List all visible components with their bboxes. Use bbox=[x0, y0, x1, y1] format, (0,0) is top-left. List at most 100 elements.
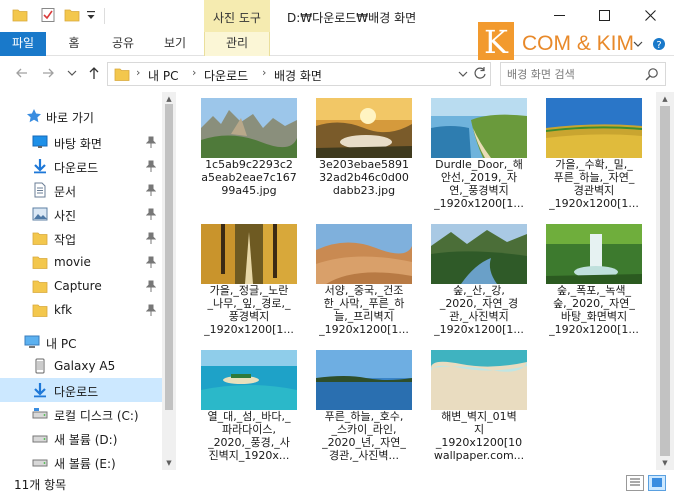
content-scrollbar[interactable]: ▲ ▼ bbox=[656, 92, 674, 470]
folder-icon bbox=[32, 304, 48, 317]
nav-item-galaxy[interactable]: Galaxy A5 bbox=[0, 354, 162, 378]
nav-item-pc-downloads[interactable]: 다운로드 bbox=[0, 378, 162, 402]
star-icon bbox=[27, 109, 41, 123]
pin-icon[interactable] bbox=[146, 136, 156, 148]
tab-view[interactable]: 보기 bbox=[152, 32, 198, 56]
file-name: 1c5ab9c2293c2 a5eab2eae7c167 99a45.jpg bbox=[201, 158, 297, 197]
pin-icon[interactable] bbox=[146, 280, 156, 292]
search-input[interactable] bbox=[507, 66, 637, 82]
breadcrumb-wallpaper[interactable]: 배경 화면 bbox=[274, 67, 322, 84]
up-button[interactable] bbox=[86, 65, 102, 81]
picture-tools-label: 사진 도구 bbox=[213, 11, 261, 25]
file-tile[interactable]: 숲,_산,_강, _2020,_자연_경 관,_사진벽지 _1920x1200[… bbox=[424, 218, 534, 338]
new-folder-icon[interactable] bbox=[64, 8, 80, 22]
file-tile[interactable]: Durdle_Door,_해 안선,_2019,_자 연,_풍경벽지 _1920… bbox=[424, 92, 534, 212]
pin-icon[interactable] bbox=[146, 256, 156, 268]
address-row: › 내 PC › 다운로드 › 배경 화면 bbox=[0, 58, 674, 90]
refresh-button[interactable] bbox=[472, 66, 488, 82]
download-icon bbox=[34, 383, 46, 398]
nav-item-drive-d[interactable]: 새 볼륨 (D:) bbox=[0, 426, 162, 450]
nav-item-documents[interactable]: 문서 bbox=[0, 178, 162, 202]
nav-item-pictures[interactable]: 사진 bbox=[0, 202, 162, 226]
scroll-down-icon[interactable]: ▼ bbox=[660, 458, 670, 468]
folder-icon bbox=[32, 280, 48, 293]
address-bar[interactable]: › 내 PC › 다운로드 › 배경 화면 bbox=[107, 62, 491, 86]
tab-home[interactable]: 홈 bbox=[54, 32, 94, 56]
pictures-icon bbox=[32, 207, 48, 221]
file-view: 1c5ab9c2293c2 a5eab2eae7c167 99a45.jpg 3… bbox=[176, 92, 656, 470]
thumbnail-coast bbox=[431, 98, 527, 158]
thumbnail-desert bbox=[316, 224, 412, 284]
file-tile[interactable]: 열_대,_섬,_바다,_ 파라다이스, _2020,_풍경,_사 진벽지_192… bbox=[194, 344, 304, 464]
nav-item-folder-movie[interactable]: movie bbox=[0, 250, 162, 274]
nav-item-desktop[interactable]: 바탕 화면 bbox=[0, 130, 162, 154]
nav-item-downloads[interactable]: 다운로드 bbox=[0, 154, 162, 178]
nav-this-pc[interactable]: 내 PC bbox=[0, 330, 162, 354]
file-name: 열_대,_섬,_바다,_ 파라다이스, _2020,_풍경,_사 진벽지_192… bbox=[207, 410, 291, 462]
pin-icon[interactable] bbox=[146, 208, 156, 220]
file-name: 가을,_수확,_밀,_ 푸른_하늘,_자연_ 경관벽지 _1920x1200[1… bbox=[549, 158, 639, 210]
large-icons-view-button[interactable] bbox=[648, 475, 666, 491]
file-tile[interactable]: 서양,_중국,_건조 한_사막,_푸른_하 늘,_프리벽지 _1920x1200… bbox=[309, 218, 419, 338]
pin-icon[interactable] bbox=[146, 232, 156, 244]
file-tile[interactable]: 3e203ebae5891 32ad2b46c0d00 dabb23.jpg bbox=[309, 92, 419, 212]
folder-icon bbox=[32, 232, 48, 245]
nav-label: 바탕 화면 bbox=[54, 137, 102, 151]
tab-manage[interactable]: 관리 bbox=[204, 32, 270, 56]
thumbnail-wheat bbox=[546, 98, 642, 158]
scroll-up-icon[interactable]: ▲ bbox=[164, 94, 174, 104]
thumbnail-sunset-valley bbox=[316, 98, 412, 158]
file-tile[interactable]: 푸른_하늘,_호수, _스카이_라인, _2020_년,_자연_ 경관,_사진벽… bbox=[309, 344, 419, 464]
nav-item-folder-work[interactable]: 작업 bbox=[0, 226, 162, 250]
qat-dropdown-icon[interactable] bbox=[86, 8, 96, 22]
pin-icon[interactable] bbox=[146, 160, 156, 172]
pin-icon[interactable] bbox=[146, 304, 156, 316]
svg-text:COM & KIM: COM & KIM bbox=[522, 32, 634, 55]
close-icon bbox=[645, 10, 656, 21]
nav-label: 로컬 디스크 (C:) bbox=[54, 409, 139, 423]
nav-label-this-pc: 내 PC bbox=[46, 337, 77, 351]
nav-scrollbar[interactable]: ▲ ▼ bbox=[162, 92, 176, 470]
properties-icon[interactable] bbox=[40, 8, 56, 22]
file-tile[interactable]: 해변_벽지_01벽 지 _1920x1200[10 wallpaper.com.… bbox=[424, 344, 534, 464]
breadcrumb-this-pc[interactable]: 내 PC bbox=[148, 67, 178, 84]
search-icon bbox=[645, 68, 658, 81]
file-tile[interactable]: 숲,_폭포,_녹색_ 숲,_2020,_자연_ 바탕_화면벽지 _1920x12… bbox=[539, 218, 649, 338]
address-dropdown-icon[interactable] bbox=[458, 68, 468, 80]
file-name: 해변_벽지_01벽 지 _1920x1200[10 wallpaper.com.… bbox=[433, 410, 525, 462]
file-name: Durdle_Door,_해 안선,_2019,_자 연,_풍경벽지 _1920… bbox=[434, 158, 524, 210]
file-tile[interactable]: 가을,_수확,_밀,_ 푸른_하늘,_자연_ 경관벽지 _1920x1200[1… bbox=[539, 92, 649, 212]
forward-button[interactable] bbox=[40, 65, 56, 81]
desktop-icon bbox=[32, 135, 48, 148]
search-box[interactable] bbox=[500, 62, 666, 86]
nav-item-drive-c[interactable]: 로컬 디스크 (C:) bbox=[0, 402, 162, 426]
breadcrumb-separator: › bbox=[136, 66, 141, 79]
file-name: 가을,_정글,_노란 _나무,_잎,_경로,_ 풍경벽지 _1920x1200[… bbox=[204, 284, 294, 336]
nav-scroll-thumb[interactable] bbox=[165, 104, 173, 410]
breadcrumb-downloads[interactable]: 다운로드 bbox=[204, 67, 248, 84]
nav-quick-access[interactable]: 바로 가기 bbox=[0, 104, 162, 128]
scroll-down-icon[interactable]: ▼ bbox=[164, 458, 174, 468]
nav-item-folder-capture[interactable]: Capture bbox=[0, 274, 162, 298]
tab-file[interactable]: 파일 bbox=[0, 32, 46, 56]
nav-label: 다운로드 bbox=[54, 161, 99, 175]
arrow-up-icon bbox=[89, 67, 99, 79]
content-scroll-thumb[interactable] bbox=[660, 106, 670, 456]
window-title: D:₩다운로드₩배경 화면 bbox=[287, 11, 417, 25]
nav-label: 사진 bbox=[54, 209, 77, 223]
recent-locations-button[interactable] bbox=[64, 65, 80, 81]
tab-share[interactable]: 공유 bbox=[100, 32, 146, 56]
arrow-right-icon bbox=[43, 68, 54, 78]
nav-item-folder-kfk[interactable]: kfk bbox=[0, 298, 162, 322]
drive-icon bbox=[32, 408, 48, 419]
file-tile[interactable]: 가을,_정글,_노란 _나무,_잎,_경로,_ 풍경벽지 _1920x1200[… bbox=[194, 218, 304, 338]
thumbnail-lake bbox=[316, 350, 412, 410]
minimize-icon bbox=[554, 15, 565, 16]
picture-tools-tab: 사진 도구 bbox=[204, 0, 270, 32]
pin-icon[interactable] bbox=[146, 184, 156, 196]
file-tile[interactable]: 1c5ab9c2293c2 a5eab2eae7c167 99a45.jpg bbox=[194, 92, 304, 212]
scroll-up-icon[interactable]: ▲ bbox=[660, 94, 670, 104]
back-button[interactable] bbox=[14, 65, 30, 81]
computer-icon bbox=[24, 335, 40, 348]
details-view-button[interactable] bbox=[626, 475, 644, 491]
